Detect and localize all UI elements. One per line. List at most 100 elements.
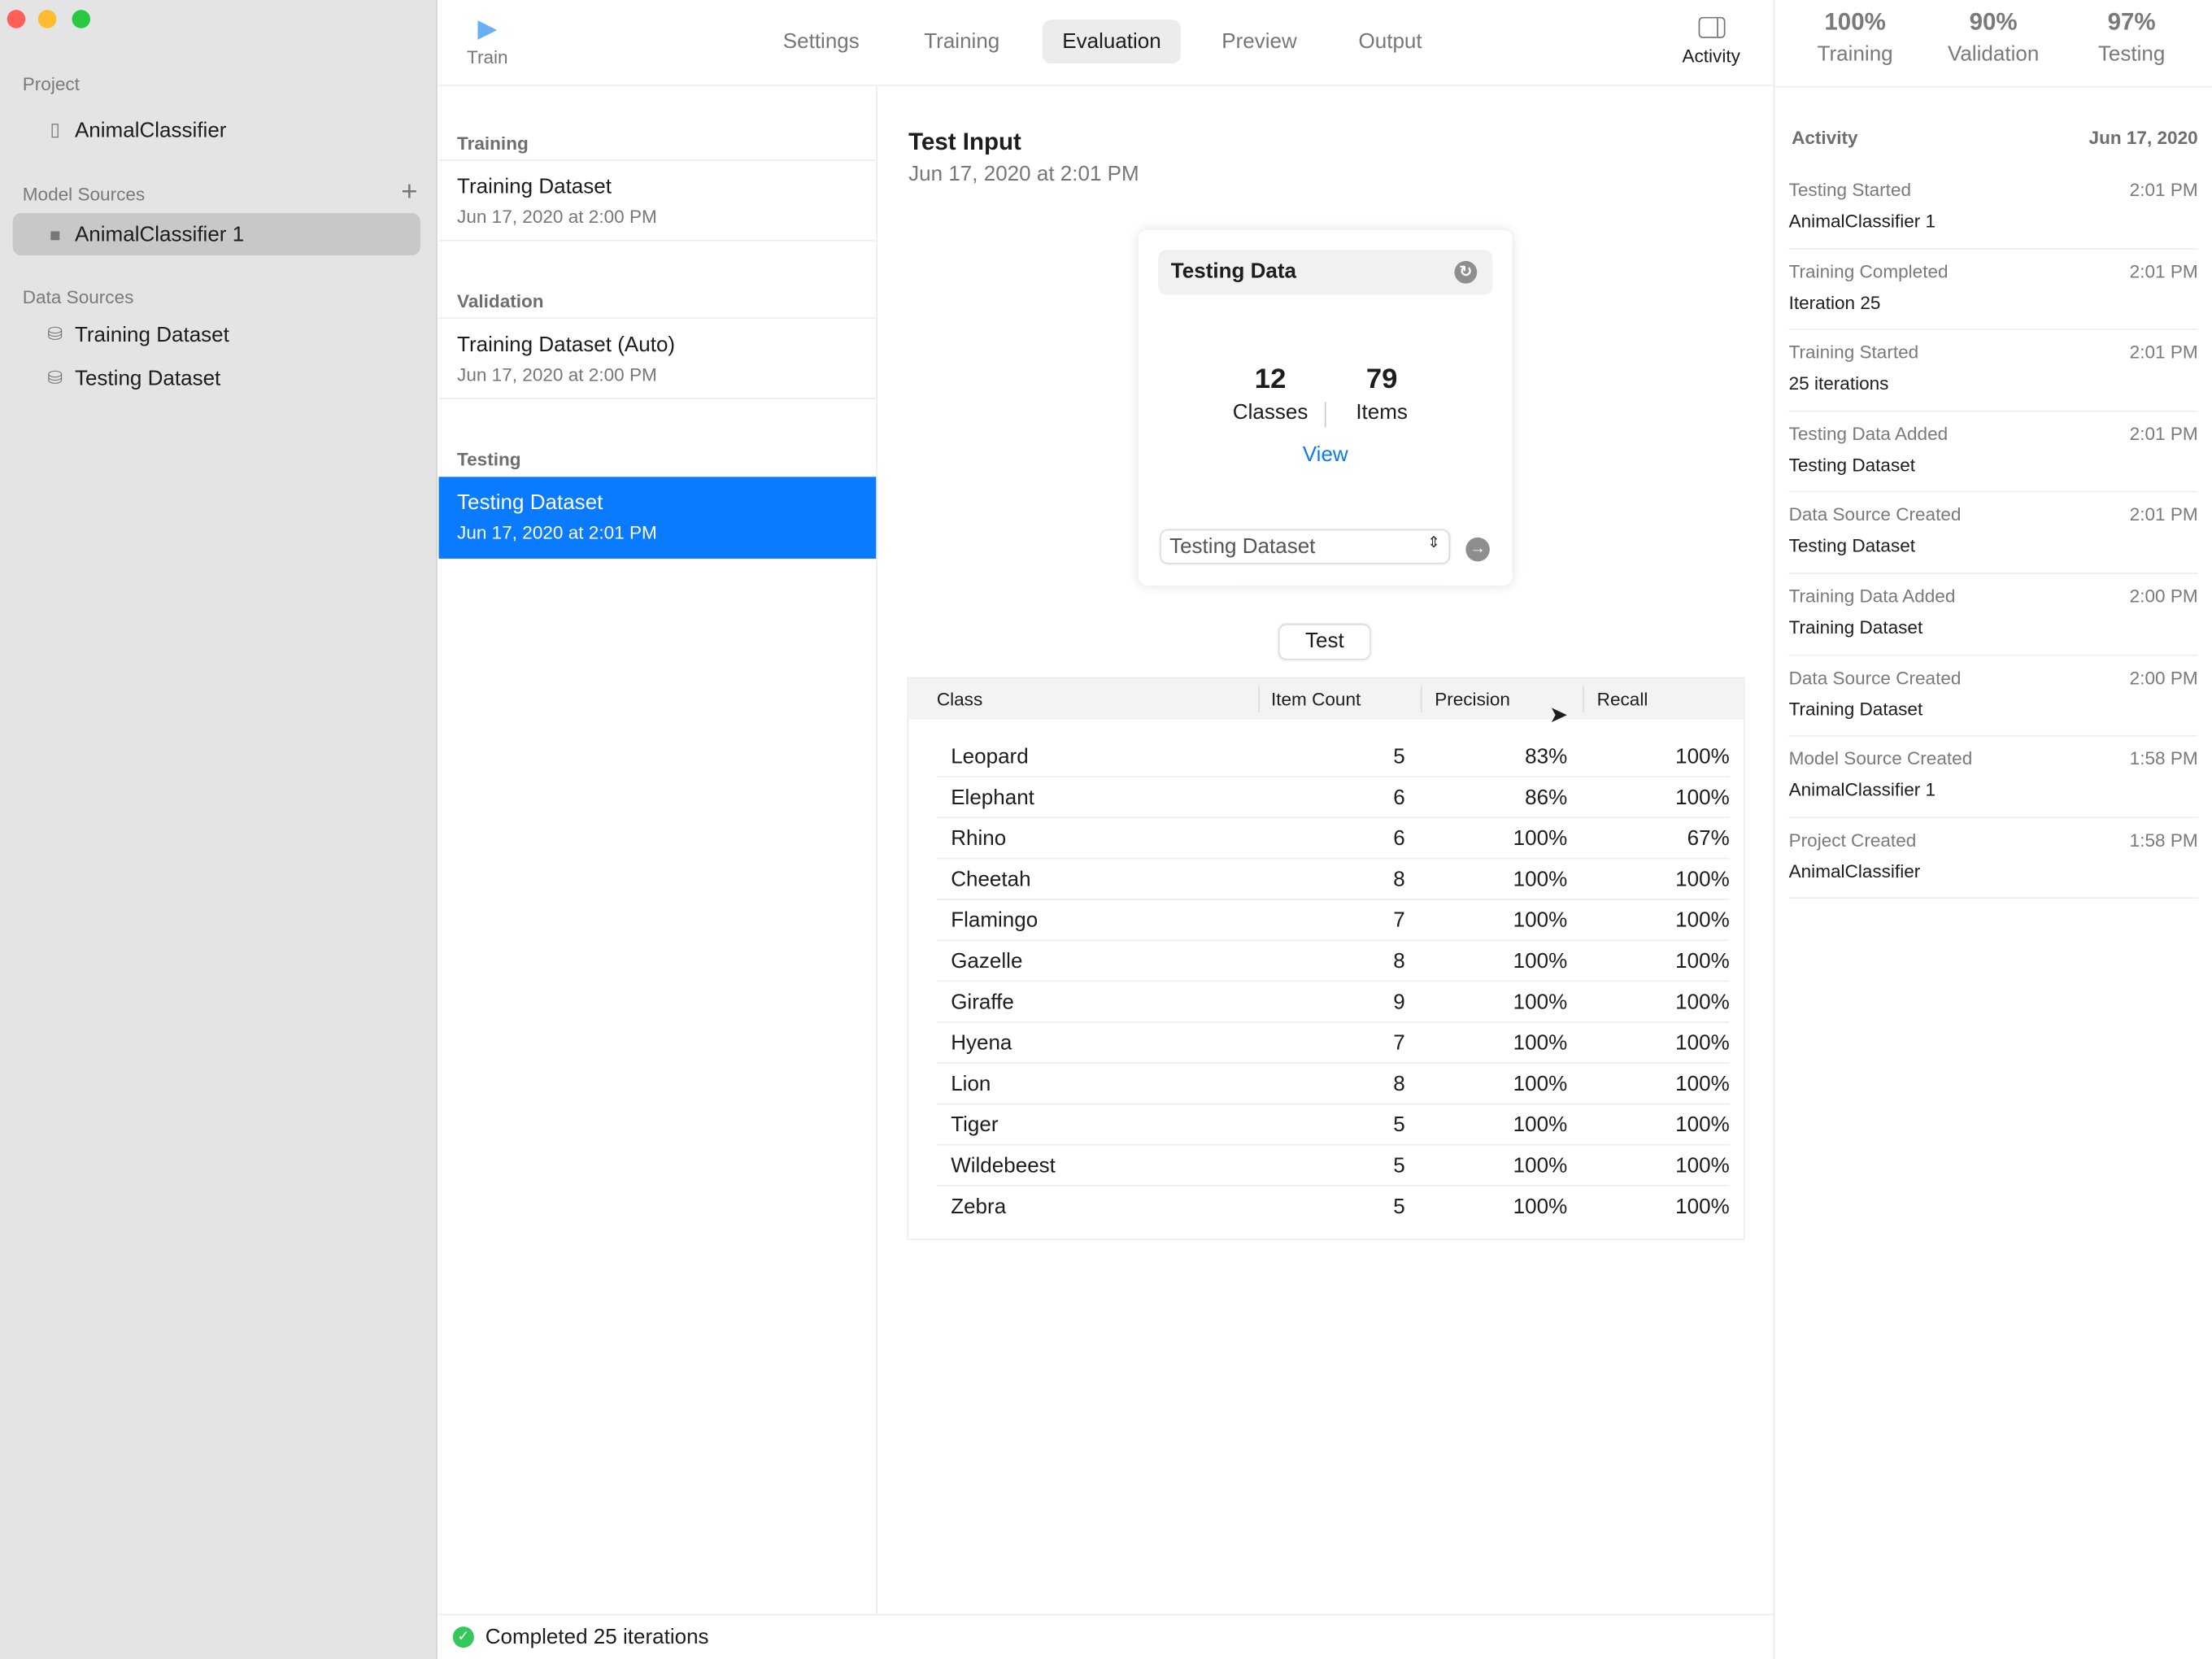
divider — [1583, 686, 1585, 713]
metric-validation: 90% Validation — [1924, 8, 2062, 66]
list-item-selected[interactable]: Testing Dataset Jun 17, 2020 at 2:01 PM — [438, 477, 877, 559]
table-row[interactable]: Hyena 7 100% 100% — [936, 1023, 1730, 1064]
cell-recall: 100% — [1675, 1072, 1730, 1096]
column-item-count[interactable]: Item Count — [1271, 689, 1361, 710]
column-class[interactable]: Class — [937, 689, 982, 710]
title: Training Dataset — [457, 175, 612, 199]
sidebar-item-model[interactable]: ■ AnimalClassifier 1 — [12, 212, 420, 255]
list-item[interactable]: Training Dataset Jun 17, 2020 at 2:00 PM — [438, 159, 877, 242]
value: 97% — [2107, 8, 2156, 36]
train-button[interactable]: ▶ Train — [463, 14, 512, 67]
section-model-sources: Model Sources + — [22, 176, 418, 207]
table-row[interactable]: Gazelle 8 100% 100% — [936, 941, 1730, 982]
activity-row: Training Started 2:01 PM — [1789, 342, 2198, 363]
cell-recall: 100% — [1675, 908, 1730, 933]
cell-item-count: 8 — [1393, 1072, 1405, 1096]
cell-class: Lion — [951, 1072, 991, 1096]
cell-class: Tiger — [951, 1113, 999, 1138]
model-icon: ■ — [49, 223, 61, 245]
cell-class: Zebra — [951, 1195, 1007, 1219]
table-row[interactable]: Flamingo 7 100% 100% — [936, 900, 1730, 942]
activity-row: Training Completed 2:01 PM — [1789, 260, 2198, 281]
activity-time: 1:58 PM — [2129, 829, 2198, 851]
refresh-icon[interactable]: ↻ — [1454, 260, 1478, 284]
cell-recall: 100% — [1675, 990, 1730, 1015]
view-link[interactable]: View — [1139, 443, 1513, 467]
label: Validation — [1947, 42, 2040, 67]
activity-title: Testing Started — [1788, 179, 1912, 201]
table-row[interactable]: Giraffe 9 100% 100% — [936, 982, 1730, 1023]
table-row[interactable]: Rhino 6 100% 67% — [936, 818, 1730, 860]
sidebar-item-testing-dataset[interactable]: ⛁ Testing Dataset — [13, 357, 420, 399]
section-project: Project — [22, 73, 80, 95]
play-icon: ▶ — [477, 14, 498, 43]
test-button[interactable]: Test — [1279, 625, 1369, 659]
cell-class: Wildebeest — [951, 1153, 1056, 1178]
tab-evaluation[interactable]: Evaluation — [1042, 20, 1182, 64]
activity-time: 2:01 PM — [2129, 503, 2198, 525]
close-button[interactable] — [7, 10, 26, 28]
activity-button[interactable]: Activity — [1666, 16, 1757, 67]
table-row[interactable]: Tiger 5 100% 100% — [936, 1104, 1730, 1146]
cell-item-count: 6 — [1393, 786, 1405, 810]
arrow-right-icon[interactable]: → — [1465, 537, 1490, 562]
table-header: Class Item Count Precision Recall — [908, 678, 1744, 720]
label: Training — [1817, 42, 1893, 67]
tab-training[interactable]: Training — [904, 20, 1020, 63]
label: Testing — [2097, 42, 2166, 67]
activity-row: Model Source Created 1:58 PM — [1789, 748, 2198, 769]
date: Jun 17, 2020 at 2:00 PM — [457, 364, 657, 385]
table-row[interactable]: Elephant 6 86% 100% — [936, 777, 1730, 819]
status-text: Completed 25 iterations — [485, 1625, 709, 1649]
cell-item-count: 5 — [1393, 1195, 1405, 1219]
header-training: Training — [457, 133, 529, 155]
table-row[interactable]: Cheetah 8 100% 100% — [936, 859, 1730, 900]
count: 12 — [1254, 364, 1287, 395]
cell-precision: 83% — [1525, 744, 1568, 769]
card-header: Testing Data ↻ — [1158, 250, 1493, 295]
cell-recall: 67% — [1687, 826, 1730, 851]
minimize-button[interactable] — [37, 10, 57, 28]
chevron-updown-icon: ⇕ — [1427, 534, 1441, 552]
label: Testing Dataset — [74, 366, 221, 390]
activity-detail: AnimalClassifier 1 — [1788, 210, 1936, 232]
tab-output[interactable]: Output — [1339, 20, 1442, 63]
source-list: Training Training Dataset Jun 17, 2020 at… — [438, 85, 877, 1614]
table-row[interactable]: Wildebeest 5 100% 100% — [936, 1146, 1730, 1187]
add-icon[interactable]: + — [401, 176, 417, 209]
zoom-button[interactable] — [72, 10, 91, 28]
dataset-select[interactable]: Testing Dataset ⇕ — [1161, 530, 1449, 563]
cell-recall: 100% — [1675, 867, 1730, 892]
tab-preview[interactable]: Preview — [1202, 20, 1317, 63]
database-icon: ⛁ — [47, 323, 63, 345]
checkmark-icon: ✓ — [452, 1626, 474, 1648]
table-row[interactable]: Leopard 5 83% 100% — [936, 737, 1730, 777]
cell-item-count: 7 — [1393, 908, 1405, 933]
date: Jun 17, 2020 at 2:00 PM — [457, 206, 657, 228]
sidebar-item-training-dataset[interactable]: ⛁ Training Dataset — [13, 313, 420, 355]
date: Jun 17, 2020 — [2088, 127, 2198, 149]
table-row[interactable]: Lion 8 100% 100% — [936, 1064, 1730, 1105]
label: AnimalClassifier 1 — [74, 222, 245, 246]
date: Jun 17, 2020 at 2:01 PM — [457, 521, 657, 543]
cell-class: Elephant — [951, 786, 1034, 810]
sidebar-item-project[interactable]: ▯ AnimalClassifier — [13, 109, 420, 151]
activity-row: Training Data Added 2:00 PM — [1789, 586, 2198, 607]
label: Model Sources — [22, 183, 146, 205]
column-recall[interactable]: Recall — [1597, 689, 1648, 710]
tab-settings[interactable]: Settings — [763, 20, 879, 63]
list-item[interactable]: Training Dataset (Auto) Jun 17, 2020 at 2… — [438, 317, 877, 399]
cell-precision: 100% — [1513, 867, 1568, 892]
activity-time: 1:58 PM — [2129, 747, 2198, 769]
activity-detail: Iteration 25 — [1788, 291, 1881, 313]
table-row[interactable]: Zebra 5 100% 100% — [937, 1187, 1730, 1227]
activity-time: 2:01 PM — [2129, 260, 2198, 282]
activity-title: Testing Data Added — [1788, 423, 1949, 445]
results-table: Class Item Count Precision Recall Leopar… — [907, 677, 1745, 1240]
header-validation: Validation — [457, 290, 544, 312]
cell-recall: 100% — [1675, 786, 1730, 810]
activity-time: 2:00 PM — [2129, 666, 2198, 688]
cell-item-count: 6 — [1393, 826, 1405, 851]
column-precision[interactable]: Precision — [1435, 689, 1510, 710]
cell-item-count: 8 — [1393, 949, 1405, 973]
